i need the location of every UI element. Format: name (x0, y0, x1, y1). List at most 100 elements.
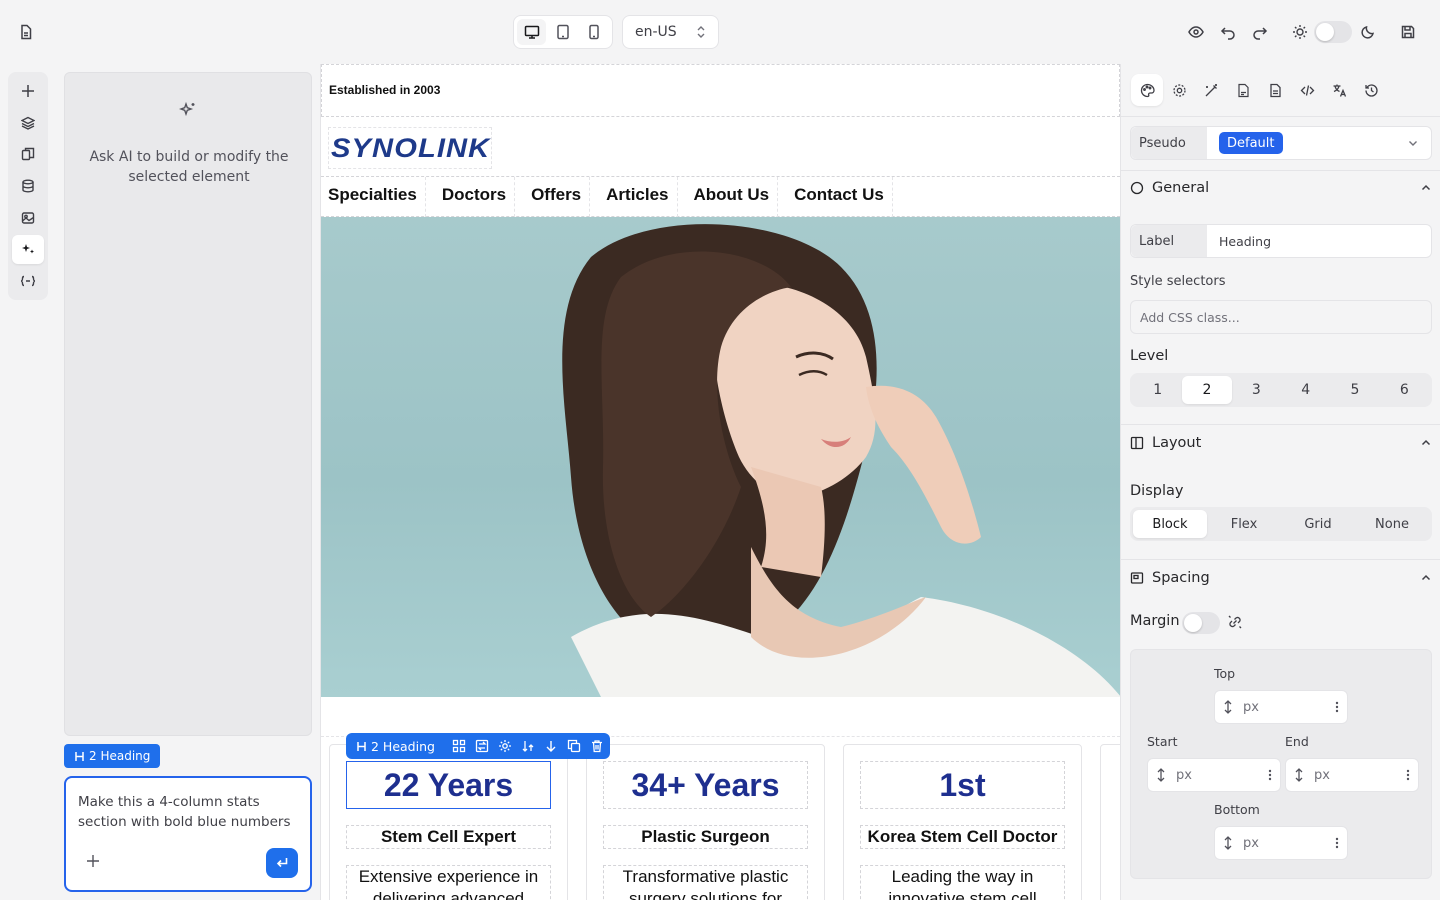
settings-icon[interactable] (1163, 74, 1195, 106)
tablet-icon[interactable] (548, 19, 577, 45)
document-icon[interactable] (1259, 74, 1291, 106)
delete-trash-icon[interactable] (590, 739, 604, 753)
unlink-icon[interactable] (1227, 614, 1243, 630)
margin-link-toggle[interactable] (1182, 612, 1220, 634)
margin-top-input[interactable]: px (1214, 690, 1348, 724)
section-general[interactable]: General (1130, 176, 1432, 200)
settings-gear-icon[interactable] (498, 739, 512, 753)
margin-bottom-input[interactable]: px (1214, 826, 1348, 860)
level-option-3[interactable]: 3 (1232, 376, 1281, 404)
more-options-icon[interactable] (1268, 769, 1272, 781)
section-spacing[interactable]: Spacing (1130, 566, 1432, 590)
margin-bottom-unit: px (1243, 835, 1259, 851)
section-general-title: General (1152, 180, 1210, 196)
undo-icon[interactable] (1214, 18, 1242, 46)
label-field-key: Label (1131, 225, 1207, 257)
more-options-icon[interactable] (1335, 701, 1339, 713)
hero-image[interactable] (321, 217, 1120, 697)
nav-item-about-us[interactable]: About Us (694, 177, 779, 217)
variables-icon[interactable] (12, 266, 44, 296)
level-option-2[interactable]: 2 (1182, 376, 1232, 404)
stat-number[interactable]: 1st (860, 761, 1065, 809)
css-file-icon[interactable] (1227, 74, 1259, 106)
save-icon[interactable] (1394, 18, 1422, 46)
style-palette-icon[interactable] (1131, 74, 1163, 106)
margin-top-label: Top (1214, 666, 1236, 681)
theme-toggle[interactable] (1314, 21, 1352, 43)
established-text[interactable]: Established in 2003 (321, 64, 1120, 117)
redo-icon[interactable] (1246, 18, 1274, 46)
stat-card[interactable]: 22 Years Stem Cell Expert Extensive expe… (329, 744, 568, 900)
media-icon[interactable] (12, 203, 44, 233)
level-option-1[interactable]: 1 (1133, 376, 1182, 404)
selected-element-tag[interactable]: 2 Heading (64, 744, 161, 768)
margin-end-input[interactable]: px (1285, 758, 1419, 792)
add-icon[interactable] (12, 76, 44, 106)
stat-description[interactable]: Extensive experience in delivering advan… (346, 865, 551, 900)
level-option-6[interactable]: 6 (1380, 376, 1429, 404)
attach-plus-icon[interactable] (86, 854, 100, 868)
moon-icon (1354, 18, 1382, 46)
database-icon[interactable] (12, 171, 44, 201)
page-file-icon[interactable] (12, 18, 40, 46)
display-option-grid[interactable]: Grid (1281, 510, 1355, 538)
code-icon[interactable] (1291, 74, 1323, 106)
layers-icon[interactable] (12, 108, 44, 138)
stat-card[interactable]: 1st Korea Stem Cell Doctor Leading the w… (843, 744, 1082, 900)
nav-item-contact-us[interactable]: Contact Us (794, 177, 893, 217)
duplicate-icon[interactable] (567, 739, 581, 753)
move-up-icon[interactable] (521, 739, 535, 753)
chevron-up-icon[interactable] (1420, 572, 1432, 584)
stat-description[interactable]: Leading the way in innovative stem cell (860, 865, 1065, 900)
translate-icon[interactable] (1323, 74, 1355, 106)
stat-number[interactable]: 34+ Years (603, 761, 808, 809)
locale-select[interactable]: en-US (622, 15, 719, 49)
nav-item-offers[interactable]: Offers (531, 177, 591, 217)
divider (1121, 559, 1440, 560)
level-option-5[interactable]: 5 (1330, 376, 1379, 404)
panel-tabs (1129, 72, 1409, 108)
ai-prompt-text[interactable]: Make this a 4-column stats section with … (78, 792, 298, 832)
more-options-icon[interactable] (1335, 837, 1339, 849)
mobile-icon[interactable] (580, 19, 609, 45)
send-button[interactable] (266, 848, 298, 878)
pages-icon[interactable] (12, 139, 44, 169)
desktop-icon[interactable] (517, 19, 547, 45)
convert-icon[interactable] (475, 739, 489, 753)
stat-number[interactable]: 22 Years (346, 761, 551, 809)
nav-item-articles[interactable]: Articles (606, 177, 678, 217)
preview-eye-icon[interactable] (1182, 18, 1210, 46)
stat-title[interactable]: Plastic Surgeon (603, 825, 808, 849)
editor-canvas[interactable]: Established in 2003 SYNOLINK Specialties… (320, 64, 1120, 900)
stat-title[interactable]: Korea Stem Cell Doctor (860, 825, 1065, 849)
pseudo-select[interactable]: Pseudo Default (1130, 126, 1432, 160)
stat-description[interactable]: Transformative plastic surgery solutions… (603, 865, 808, 900)
chevron-up-icon[interactable] (1420, 182, 1432, 194)
move-down-icon[interactable] (544, 739, 558, 753)
element-type-label[interactable]: 2 Heading (356, 739, 435, 754)
select-parent-icon[interactable] (452, 739, 466, 753)
chevron-up-icon[interactable] (1420, 437, 1432, 449)
nav-item-doctors[interactable]: Doctors (442, 177, 516, 217)
display-option-flex[interactable]: Flex (1207, 510, 1281, 538)
label-field[interactable]: Label Heading (1130, 224, 1432, 258)
ai-sparkles-icon[interactable] (12, 234, 44, 265)
more-options-icon[interactable] (1406, 769, 1410, 781)
level-option-4[interactable]: 4 (1281, 376, 1330, 404)
stat-card[interactable]: 34+ Years Plastic Surgeon Transformative… (586, 744, 825, 900)
spacer-row (321, 697, 1120, 737)
margin-start-input[interactable]: px (1147, 758, 1281, 792)
display-option-none[interactable]: None (1355, 510, 1429, 538)
stat-card-partial[interactable] (1100, 744, 1120, 900)
ai-prompt-input[interactable]: Make this a 4-column stats section with … (64, 776, 312, 892)
ai-hint-text: Ask AI to build or modify the selected e… (89, 149, 289, 185)
label-field-value[interactable]: Heading (1207, 234, 1271, 249)
site-logo[interactable]: SYNOLINK (328, 127, 492, 169)
stat-title[interactable]: Stem Cell Expert (346, 825, 551, 849)
nav-item-specialties[interactable]: Specialties (328, 177, 426, 217)
section-layout[interactable]: Layout (1130, 431, 1432, 455)
css-class-input[interactable]: Add CSS class... (1130, 300, 1432, 334)
display-option-block[interactable]: Block (1133, 510, 1207, 538)
magic-wand-icon[interactable] (1195, 74, 1227, 106)
history-icon[interactable] (1355, 74, 1387, 106)
